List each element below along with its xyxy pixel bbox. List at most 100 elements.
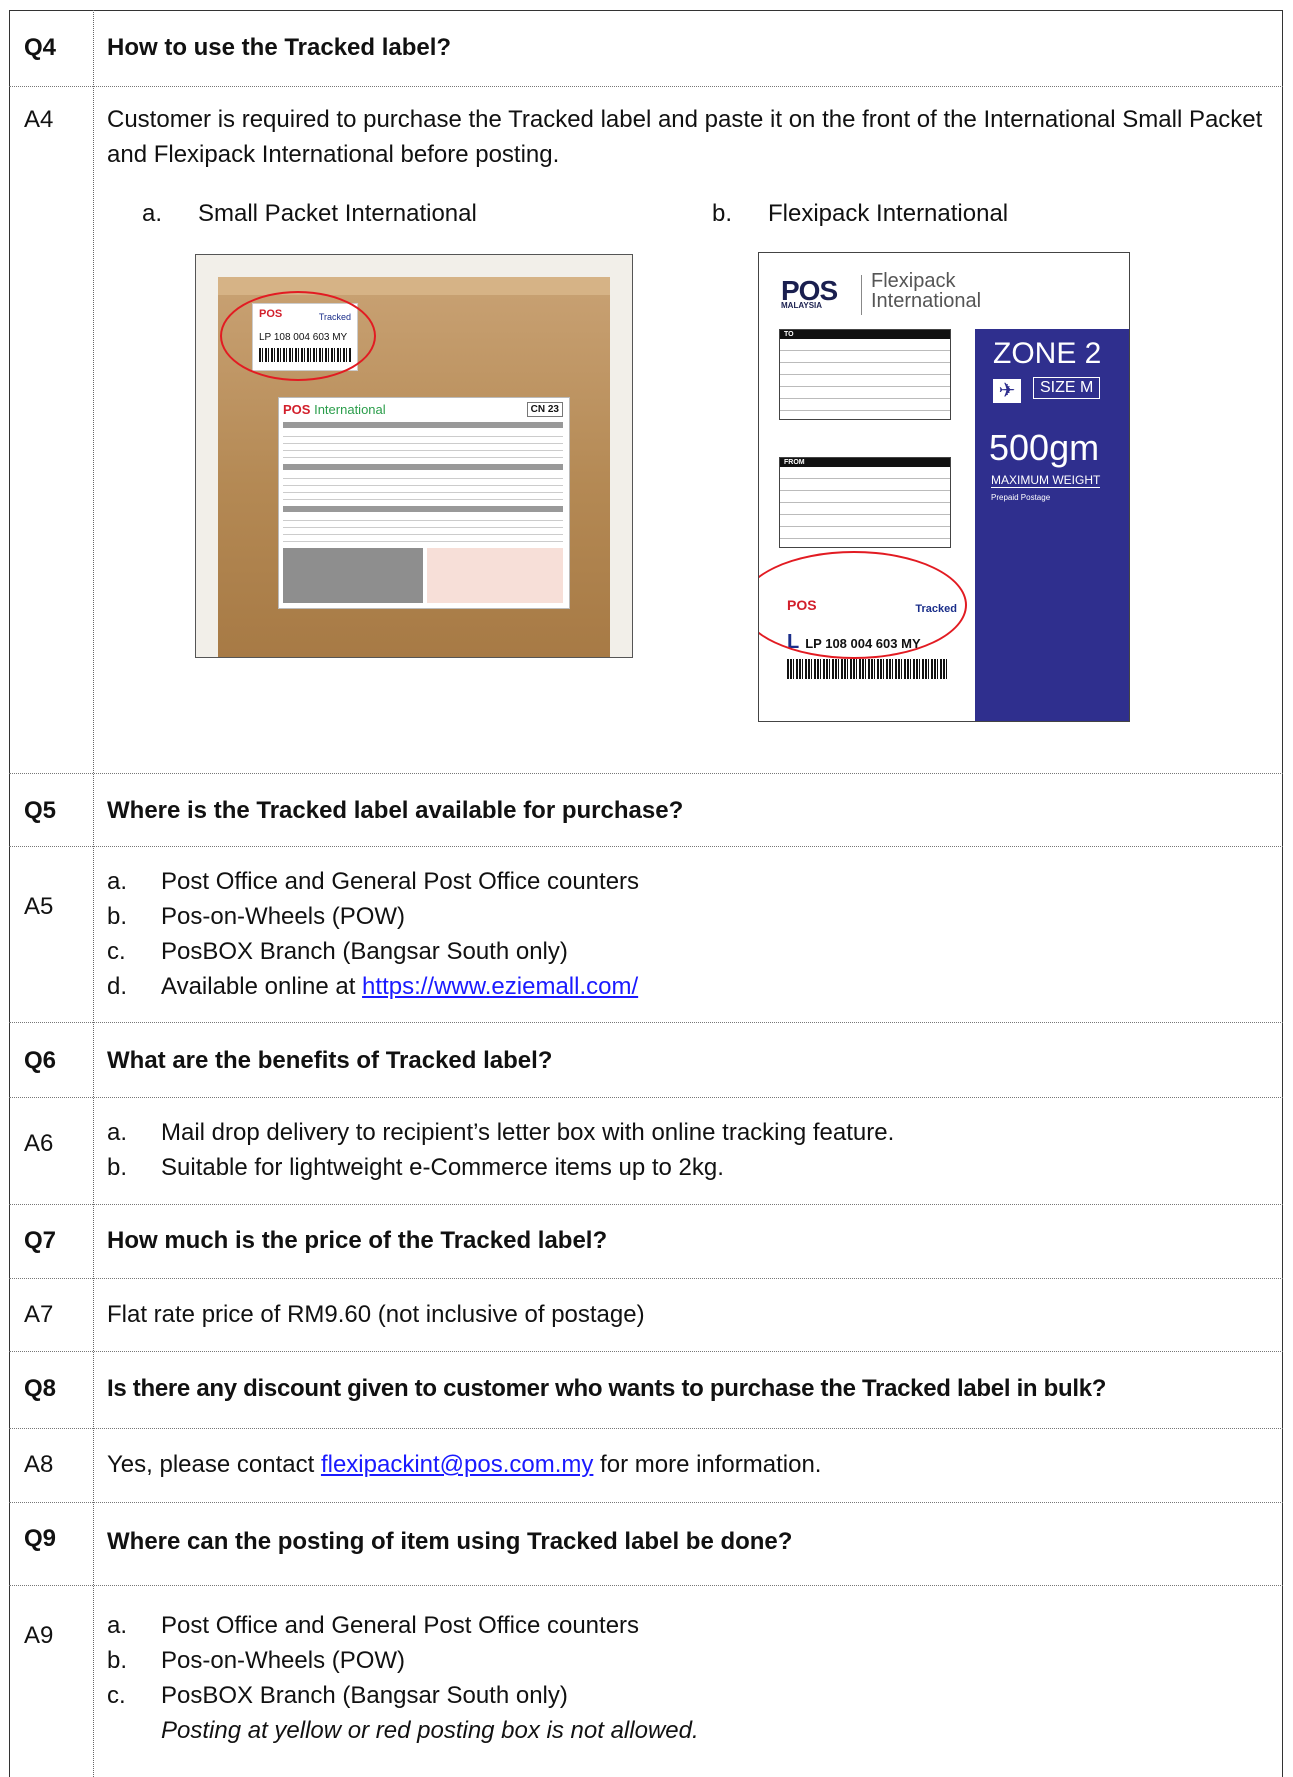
list-text: Post Office and General Post Office coun…	[161, 1612, 640, 1639]
title-line: International	[871, 290, 982, 312]
row-divider	[9, 1351, 1283, 1352]
row-divider	[9, 1585, 1283, 1586]
table-left-border	[9, 10, 10, 1777]
question-text: What are the benefits of Tracked label?	[107, 1047, 553, 1074]
eziemall-link[interactable]: https://www.eziemall.com/	[362, 973, 638, 1000]
list-letter: d.	[107, 973, 128, 1000]
question-number: Q7	[24, 1227, 57, 1254]
form-heading: TO	[780, 330, 950, 339]
to-address-form: TO	[779, 329, 951, 420]
answer-number: A6	[24, 1130, 54, 1157]
question-number: Q4	[24, 34, 57, 61]
from-address-form: FROM	[779, 457, 951, 548]
form-band	[283, 464, 563, 470]
list-text: PosBOX Branch (Bangsar South only)	[161, 1682, 568, 1709]
form-brand: POS	[283, 402, 311, 417]
answer-number: A9	[24, 1622, 54, 1649]
logo-separator	[861, 275, 862, 315]
list-letter: b.	[107, 903, 128, 930]
answer-text-after: for more information.	[593, 1451, 822, 1478]
table-right-border	[1282, 10, 1283, 1777]
question-text: Where is the Tracked label available for…	[107, 797, 684, 824]
row-divider	[9, 846, 1283, 847]
weight-text: 500gm	[989, 427, 1100, 468]
question-number: Q8	[24, 1375, 57, 1402]
barcode	[787, 659, 947, 679]
answer-list: a. Post Office and General Post Office co…	[107, 1608, 699, 1748]
form-header: POS International	[283, 402, 386, 417]
answer-text-before: Yes, please contact	[107, 1451, 321, 1478]
list-item: Posting at yellow or red posting box is …	[107, 1713, 699, 1748]
list-item: c. PosBOX Branch (Bangsar South only)	[107, 934, 639, 969]
flexipack-image: POS MALAYSIA Flexipack International TO …	[758, 252, 1130, 722]
question-text: How much is the price of the Tracked lab…	[107, 1227, 608, 1254]
cn23-customs-form: POS International CN 23	[278, 397, 570, 609]
answer-text: Customer is required to purchase the Tra…	[107, 106, 1263, 168]
answer-number: A8	[24, 1451, 54, 1478]
pos-malaysia-logo: POS MALAYSIA	[781, 275, 838, 310]
highlight-circle	[220, 291, 376, 381]
form-grey-panel	[283, 548, 423, 603]
answer-number: A5	[24, 893, 54, 920]
answer-list: a. Mail drop delivery to recipient’s lett…	[107, 1115, 894, 1185]
posting-note: Posting at yellow or red posting box is …	[161, 1717, 699, 1744]
row-divider	[9, 1502, 1283, 1503]
prepaid-text: Prepaid Postage	[991, 493, 1051, 502]
airplane-icon: ✈	[993, 379, 1021, 403]
address-lines	[780, 467, 950, 547]
subitem-text: Flexipack International	[768, 200, 1009, 227]
list-letter: b.	[107, 1154, 128, 1181]
list-text: Pos-on-Wheels (POW)	[161, 1647, 406, 1674]
subitem-letter: a.	[142, 200, 163, 227]
row-divider	[9, 1097, 1283, 1098]
row-divider	[9, 1428, 1283, 1429]
list-item: d. Available online at https://www.eziema…	[107, 969, 639, 1004]
address-lines	[780, 339, 950, 419]
form-title: International	[314, 402, 386, 417]
list-item: b. Suitable for lightweight e-Commerce it…	[107, 1150, 894, 1185]
list-item: b. Pos-on-Wheels (POW)	[107, 1643, 699, 1678]
weight-caption: MAXIMUM WEIGHT	[991, 473, 1101, 488]
list-letter: a.	[107, 868, 128, 895]
list-text: Suitable for lightweight e-Commerce item…	[161, 1154, 724, 1181]
row-divider	[9, 773, 1283, 774]
form-lines	[283, 514, 563, 542]
subitem-letter: b.	[712, 200, 733, 227]
answer-text: Flat rate price of RM9.60 (not inclusive…	[107, 1301, 645, 1328]
form-lines	[283, 472, 563, 500]
row-divider	[9, 1022, 1283, 1023]
list-letter: b.	[107, 1647, 128, 1674]
list-text: Mail drop delivery to recipient’s letter…	[161, 1119, 895, 1146]
subitem-text: Small Packet International	[198, 200, 477, 227]
list-text: Post Office and General Post Office coun…	[161, 868, 640, 895]
row-divider	[9, 86, 1283, 87]
email-link[interactable]: flexipackint@pos.com.my	[321, 1451, 593, 1478]
subitem-flexipack: b. Flexipack International	[712, 200, 1008, 228]
list-item: a. Mail drop delivery to recipient’s lett…	[107, 1115, 894, 1150]
list-text: Available online at	[161, 973, 363, 1000]
question-number: Q9	[24, 1525, 57, 1552]
title-line: Flexipack	[871, 270, 956, 292]
list-letter: a.	[107, 1119, 128, 1146]
row-divider	[9, 1204, 1283, 1205]
answer-number: A7	[24, 1301, 54, 1328]
zone-panel: ZONE 2 ✈ SIZE M 500gm MAXIMUM WEIGHT Pre…	[975, 329, 1129, 721]
question-text: Is there any discount given to customer …	[107, 1375, 1107, 1402]
list-letter: a.	[107, 1612, 128, 1639]
table-top-border	[9, 10, 1283, 11]
form-lines	[283, 430, 563, 458]
flexipack-title: Flexipack International	[871, 271, 981, 311]
question-text: Where can the posting of item using Trac…	[107, 1528, 793, 1555]
column-divider	[93, 10, 94, 1777]
question-number: Q5	[24, 797, 57, 824]
form-code: CN 23	[526, 402, 563, 417]
list-item: c. PosBOX Branch (Bangsar South only)	[107, 1678, 699, 1713]
list-text: Pos-on-Wheels (POW)	[161, 903, 406, 930]
list-item: a. Post Office and General Post Office co…	[107, 1608, 699, 1643]
answer-list: a. Post Office and General Post Office co…	[107, 864, 639, 1004]
form-heading: FROM	[780, 458, 950, 467]
row-divider	[9, 1278, 1283, 1279]
list-letter: c.	[107, 938, 126, 965]
size-badge: SIZE M	[1033, 377, 1101, 399]
answer-text: Yes, please contact flexipackint@pos.com…	[107, 1447, 821, 1482]
